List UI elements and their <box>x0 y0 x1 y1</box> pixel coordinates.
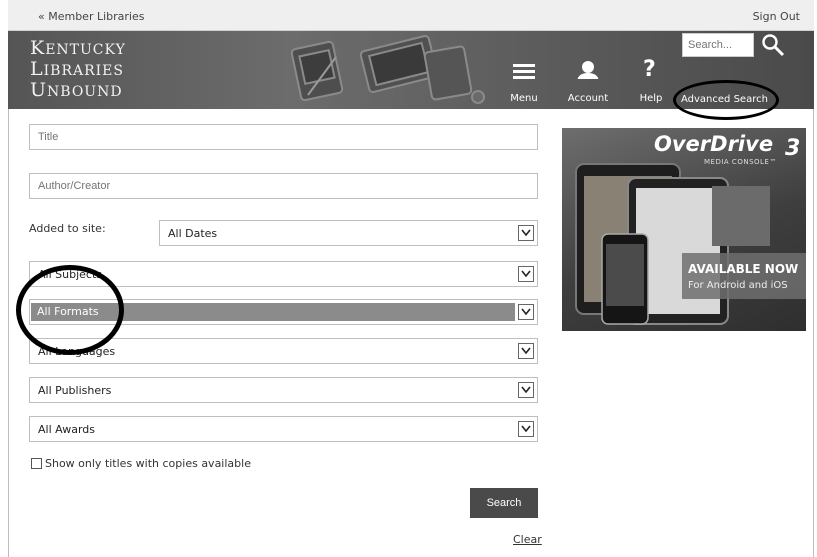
ad-caption-band <box>682 253 806 299</box>
help-button[interactable]: ? Help <box>636 31 666 109</box>
account-button[interactable]: Account <box>566 31 610 109</box>
logo-rest-2: IBRARIES <box>43 63 124 79</box>
menu-button[interactable]: Menu <box>508 31 540 109</box>
chevron-down-icon[interactable] <box>518 304 534 320</box>
available-now-text: AVAILABLE NOW <box>688 262 799 276</box>
chevron-down-icon[interactable] <box>518 266 534 282</box>
clear-link[interactable]: Clear <box>513 533 542 546</box>
publishers-value: All Publishers <box>38 384 112 397</box>
author-field[interactable] <box>29 173 538 199</box>
chevron-down-icon[interactable] <box>518 225 534 241</box>
media-console-label: MEDIA CONSOLE™ <box>704 158 777 166</box>
platforms-text: For Android and iOS <box>688 280 788 291</box>
chevron-down-icon[interactable] <box>518 421 534 437</box>
overdrive-ad-banner[interactable]: OverDrive 3 MEDIA CONSOLE™ AVAILABLE NOW… <box>562 128 806 331</box>
sign-out-link[interactable]: Sign Out <box>753 10 800 23</box>
copies-available-checkbox[interactable] <box>31 458 42 469</box>
annotation-circle-advanced-search <box>673 80 779 120</box>
added-to-site-label: Added to site: <box>29 222 106 235</box>
logo-cap-1: K <box>30 37 46 59</box>
banner-gadgets-image <box>290 35 485 104</box>
person-icon <box>577 61 599 79</box>
added-to-site-select[interactable]: All Dates <box>159 220 538 246</box>
member-libraries-link[interactable]: « Member Libraries <box>38 10 144 23</box>
question-icon: ? <box>643 57 656 82</box>
logo-rest-1: ENTUCKY <box>45 42 126 58</box>
publishers-select[interactable]: All Publishers <box>29 377 538 403</box>
search-button[interactable]: Search <box>470 488 538 518</box>
overdrive-version: 3 <box>785 136 801 161</box>
help-label: Help <box>639 93 663 104</box>
annotation-circle-formats <box>16 265 124 355</box>
logo-rest-3: NBOUND <box>47 84 123 100</box>
awards-value: All Awards <box>38 423 95 436</box>
copies-available-label: Show only titles with copies available <box>45 457 251 470</box>
utility-bar: « Member Libraries Sign Out <box>8 0 814 31</box>
overdrive-logo: OverDrive <box>654 132 774 156</box>
hamburger-icon <box>513 64 535 79</box>
logo-cap-3: U <box>30 79 48 101</box>
copies-available-option[interactable]: Show only titles with copies available <box>31 457 251 470</box>
chevron-down-icon[interactable] <box>518 382 534 398</box>
chevron-down-icon[interactable] <box>518 343 534 359</box>
logo-cap-2: L <box>30 58 44 80</box>
added-to-site-value: All Dates <box>168 227 218 240</box>
title-field[interactable] <box>29 124 538 150</box>
search-input[interactable] <box>682 33 754 57</box>
site-logo[interactable]: KENTUCKY LIBRARIES UNBOUND <box>30 39 126 102</box>
search-icon[interactable] <box>760 32 786 58</box>
awards-select[interactable]: All Awards <box>29 416 538 442</box>
account-label: Account <box>567 93 609 104</box>
menu-label: Menu <box>510 93 538 104</box>
